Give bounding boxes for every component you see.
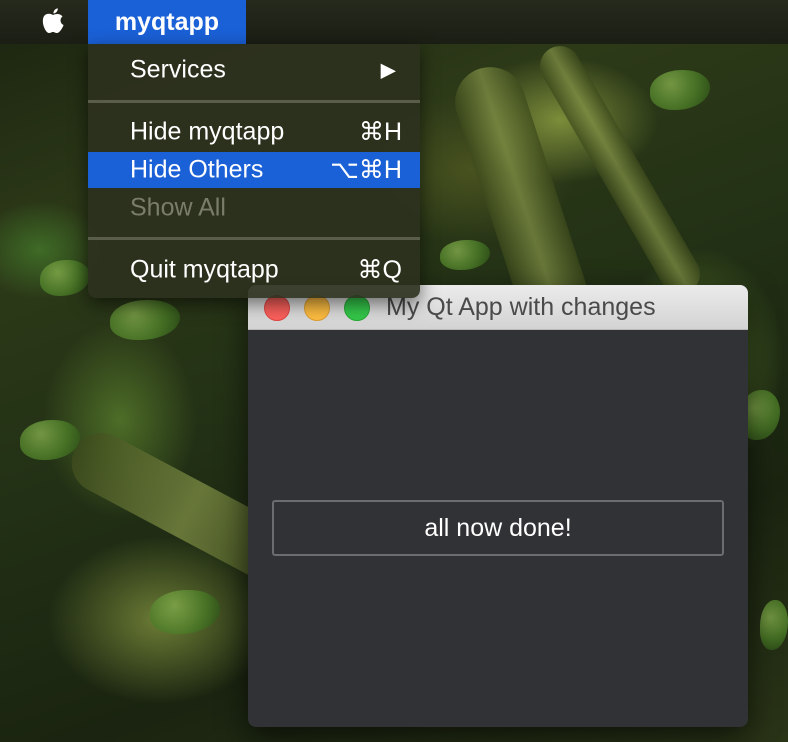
menu-item-quit[interactable]: Quit myqtapp ⌘Q [88, 252, 420, 288]
app-menu-dropdown: Services ▶ Hide myqtapp ⌘H Hide Others ⌥… [88, 44, 420, 298]
apple-logo-icon[interactable] [38, 7, 68, 37]
menu-item-shortcut: ⌘Q [357, 256, 402, 284]
menu-item-label: Quit myqtapp [130, 255, 279, 284]
app-menu-title[interactable]: myqtapp [88, 0, 246, 44]
wallpaper-leaf [440, 240, 490, 270]
menu-item-label: Show All [130, 193, 226, 222]
menu-item-label: Hide Others [130, 155, 264, 184]
menu-separator [88, 100, 420, 103]
menu-separator [88, 237, 420, 240]
menu-item-shortcut: ⌥⌘H [330, 156, 402, 184]
submenu-arrow-icon: ▶ [380, 59, 396, 82]
wallpaper-leaf [650, 70, 710, 110]
menu-item-label: Hide myqtapp [130, 117, 285, 146]
zoom-window-icon[interactable] [344, 295, 370, 321]
wallpaper-leaf [150, 590, 220, 634]
app-window: My Qt App with changes all now done! [248, 285, 748, 727]
close-window-icon[interactable] [264, 295, 290, 321]
wallpaper-leaf [40, 260, 90, 296]
menu-item-hide-others[interactable]: Hide Others ⌥⌘H [88, 152, 420, 188]
menu-item-shortcut: ⌘H [358, 118, 402, 146]
minimize-window-icon[interactable] [304, 295, 330, 321]
menu-item-show-all: Show All [88, 190, 420, 226]
wallpaper-leaf [110, 300, 180, 340]
wallpaper-leaf [760, 600, 788, 650]
apple-logo-glyph [42, 8, 64, 33]
menu-item-services[interactable]: Services ▶ [88, 52, 420, 88]
wallpaper-leaf [20, 420, 80, 460]
menu-item-label: Services [130, 55, 226, 84]
menu-bar: myqtapp [0, 0, 788, 44]
all-done-button[interactable]: all now done! [272, 500, 724, 556]
window-title: My Qt App with changes [386, 293, 656, 321]
menu-item-hide-app[interactable]: Hide myqtapp ⌘H [88, 114, 420, 150]
